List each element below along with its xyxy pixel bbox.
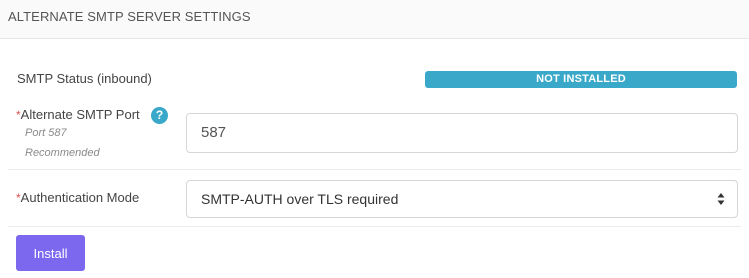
port-hint-line1: Port 587	[25, 127, 67, 139]
auth-mode-label-text: Authentication Mode	[20, 190, 140, 205]
auth-mode-label: * Authentication Mode	[16, 190, 139, 205]
smtp-status-label: SMTP Status (inbound)	[17, 71, 152, 86]
panel-title: ALTERNATE SMTP SERVER SETTINGS	[8, 9, 251, 24]
select-updown-icon	[717, 193, 725, 205]
port-label: * Alternate SMTP Port	[16, 107, 140, 122]
auth-mode-selected-value: SMTP-AUTH over TLS required	[201, 191, 399, 207]
smtp-port-input[interactable]: 587	[186, 113, 738, 153]
status-badge: NOT INSTALLED	[425, 71, 737, 88]
port-hint-line2: Recommended	[25, 147, 100, 159]
auth-mode-select[interactable]: SMTP-AUTH over TLS required	[186, 180, 738, 218]
install-button[interactable]: Install	[16, 235, 85, 271]
divider	[8, 226, 741, 227]
panel-header: ALTERNATE SMTP SERVER SETTINGS	[0, 0, 749, 39]
help-icon[interactable]: ?	[151, 107, 168, 124]
divider	[8, 169, 741, 170]
port-label-text: Alternate SMTP Port	[20, 107, 140, 122]
